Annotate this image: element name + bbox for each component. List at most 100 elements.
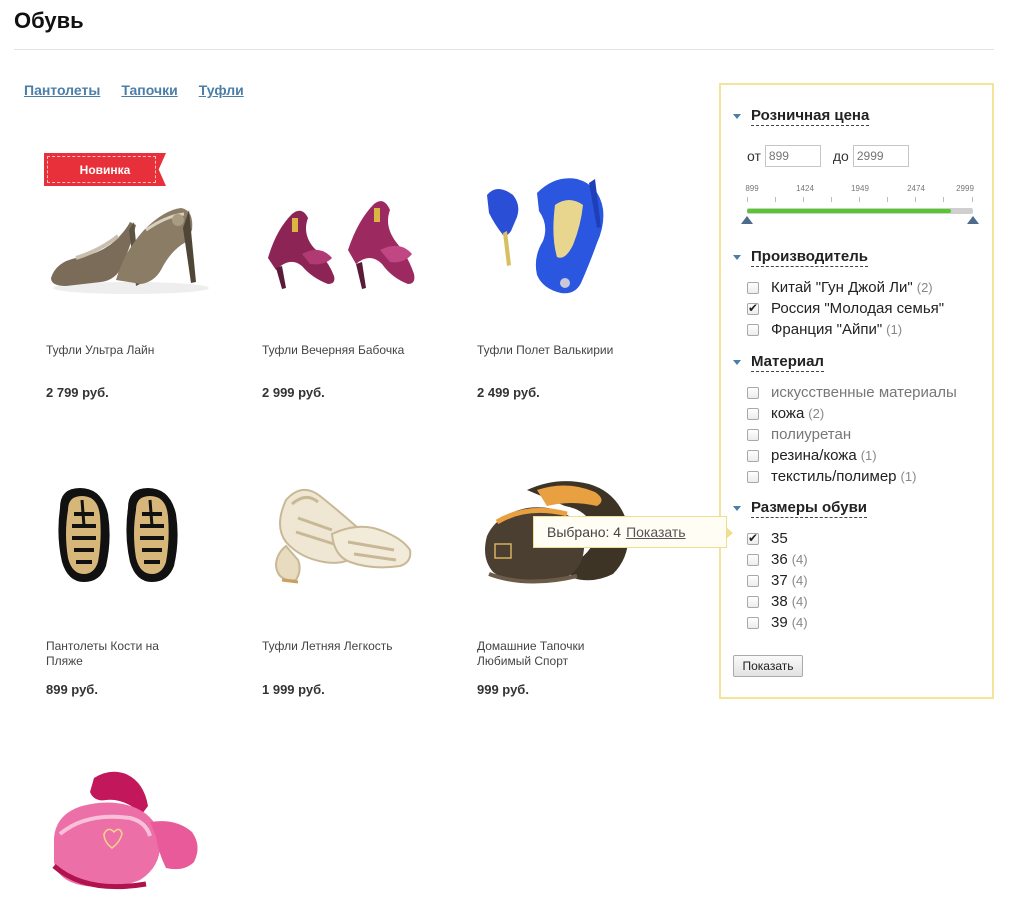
product-name[interactable]: Туфли Полет Валькирии [477,343,627,358]
product-name[interactable]: Туфли Летняя Легкость [262,639,412,654]
subcategory-link-tapochki[interactable]: Тапочки [121,82,177,98]
filter-option[interactable]: Россия "Молодая семья" [747,300,948,317]
filter-option[interactable]: Франция "Айпи" (1) [747,321,902,338]
price-inputs: от до [747,145,921,167]
filter-option[interactable]: полиуретан [747,426,855,443]
option-label: 37 [771,572,788,589]
collapse-triangle-icon [733,254,741,260]
checkbox[interactable] [747,407,759,420]
option-label: 35 [771,530,788,547]
product-price: 1 999 руб. [262,682,325,697]
option-label: Франция "Айпи" [771,321,883,338]
page-title: Обувь [14,8,84,33]
filter-option[interactable]: искусственные материалы [747,384,961,401]
option-label: 36 [771,551,788,568]
checkbox[interactable] [747,470,759,483]
option-label: Китай "Гун Джой Ли" [771,279,913,296]
checkbox[interactable] [747,428,759,441]
price-slider-track[interactable] [747,208,973,214]
product-image[interactable] [46,470,216,610]
product-name[interactable]: Пантолеты Кости на Пляже [46,639,196,669]
product-name[interactable]: Туфли Вечерняя Бабочка [262,343,412,358]
collapse-triangle-icon [733,113,741,119]
filter-option[interactable]: кожа (2) [747,405,824,422]
subcategory-link-pantolety[interactable]: Пантолеты [24,82,100,98]
checkbox[interactable] [747,449,759,462]
option-count: (2) [916,280,933,295]
option-label: резина/кожа [771,447,857,464]
checkbox[interactable] [747,386,759,399]
product-image[interactable] [477,165,647,305]
checkbox[interactable] [747,616,759,629]
filter-section-material[interactable]: Материал [733,352,824,372]
option-count: (2) [808,406,825,421]
price-tick: 899 [745,184,759,193]
option-count: (1) [900,469,917,484]
price-slider-max-handle[interactable] [967,216,979,224]
price-from-input[interactable] [764,145,821,167]
product-image[interactable] [262,470,432,610]
checkbox[interactable] [747,323,759,336]
price-tick: 1424 [796,184,814,193]
checkbox[interactable] [747,574,759,587]
title-divider [14,49,994,50]
price-from-label: от [747,148,761,164]
filter-section-title: Производитель [751,248,868,267]
product-name[interactable]: Домашние Тапочки Любимый Спорт [477,639,627,669]
checkbox[interactable] [747,301,759,315]
filter-option[interactable]: Китай "Гун Джой Ли" (2) [747,279,933,296]
tooltip-show-link[interactable]: Показать [626,524,686,540]
filter-section-title: Размеры обуви [751,499,868,518]
price-tick: 1949 [851,184,869,193]
price-slider-min-handle[interactable] [741,216,753,224]
filter-option[interactable]: 36 (4) [747,551,808,568]
product-image[interactable] [46,762,216,902]
subcategory-link-tufli[interactable]: Туфли [199,82,244,98]
filter-submit-button[interactable]: Показать [733,655,803,677]
checkbox[interactable] [747,531,759,545]
option-count: (4) [791,615,808,630]
price-tick: 2474 [907,184,925,193]
option-label: 39 [771,614,788,631]
option-count: (4) [791,552,808,567]
filter-option[interactable]: 37 (4) [747,572,808,589]
option-count: (4) [791,573,808,588]
checkbox[interactable] [747,553,759,566]
product-image[interactable] [46,170,216,310]
filter-section-price[interactable]: Розничная цена [733,106,870,126]
filter-option[interactable]: 35 [747,530,792,547]
filter-section-manufacturer[interactable]: Производитель [733,247,868,267]
filter-option[interactable]: 39 (4) [747,614,808,631]
option-count: (4) [791,594,808,609]
collapse-triangle-icon [733,505,741,511]
checkbox[interactable] [747,281,759,294]
product-price: 999 руб. [477,682,529,697]
option-label: полиуретан [771,426,852,443]
price-tick: 2999 [956,184,974,193]
price-slider-range [747,209,951,213]
option-label: Россия "Молодая семья" [771,300,945,317]
filter-section-title: Материал [751,353,824,372]
filter-section-title: Розничная цена [751,107,870,126]
filter-option[interactable]: 38 (4) [747,593,808,610]
option-label: 38 [771,593,788,610]
product-price: 2 799 руб. [46,385,109,400]
price-to-label: до [832,148,849,164]
option-count: (1) [860,448,877,463]
checkbox[interactable] [747,595,759,608]
new-badge-label: Новинка [79,162,131,177]
collapse-triangle-icon [733,359,741,365]
product-image[interactable] [262,170,432,310]
selection-count: Выбрано: 4 [547,524,622,540]
filter-option[interactable]: резина/кожа (1) [747,447,877,464]
filter-section-sizes[interactable]: Размеры обуви [733,498,868,518]
option-count: (1) [886,322,903,337]
filter-panel: Розничная цена от до 899 1424 1949 2474 … [719,83,994,699]
price-to-input[interactable] [852,145,909,167]
option-label: текстиль/полимер [771,468,897,485]
filter-option[interactable]: текстиль/полимер (1) [747,468,916,485]
product-name[interactable]: Туфли Ультра Лайн [46,343,196,358]
price-scale: 899 1424 1949 2474 2999 [745,184,974,196]
option-label: кожа [771,405,805,422]
product-price: 2 999 руб. [262,385,325,400]
